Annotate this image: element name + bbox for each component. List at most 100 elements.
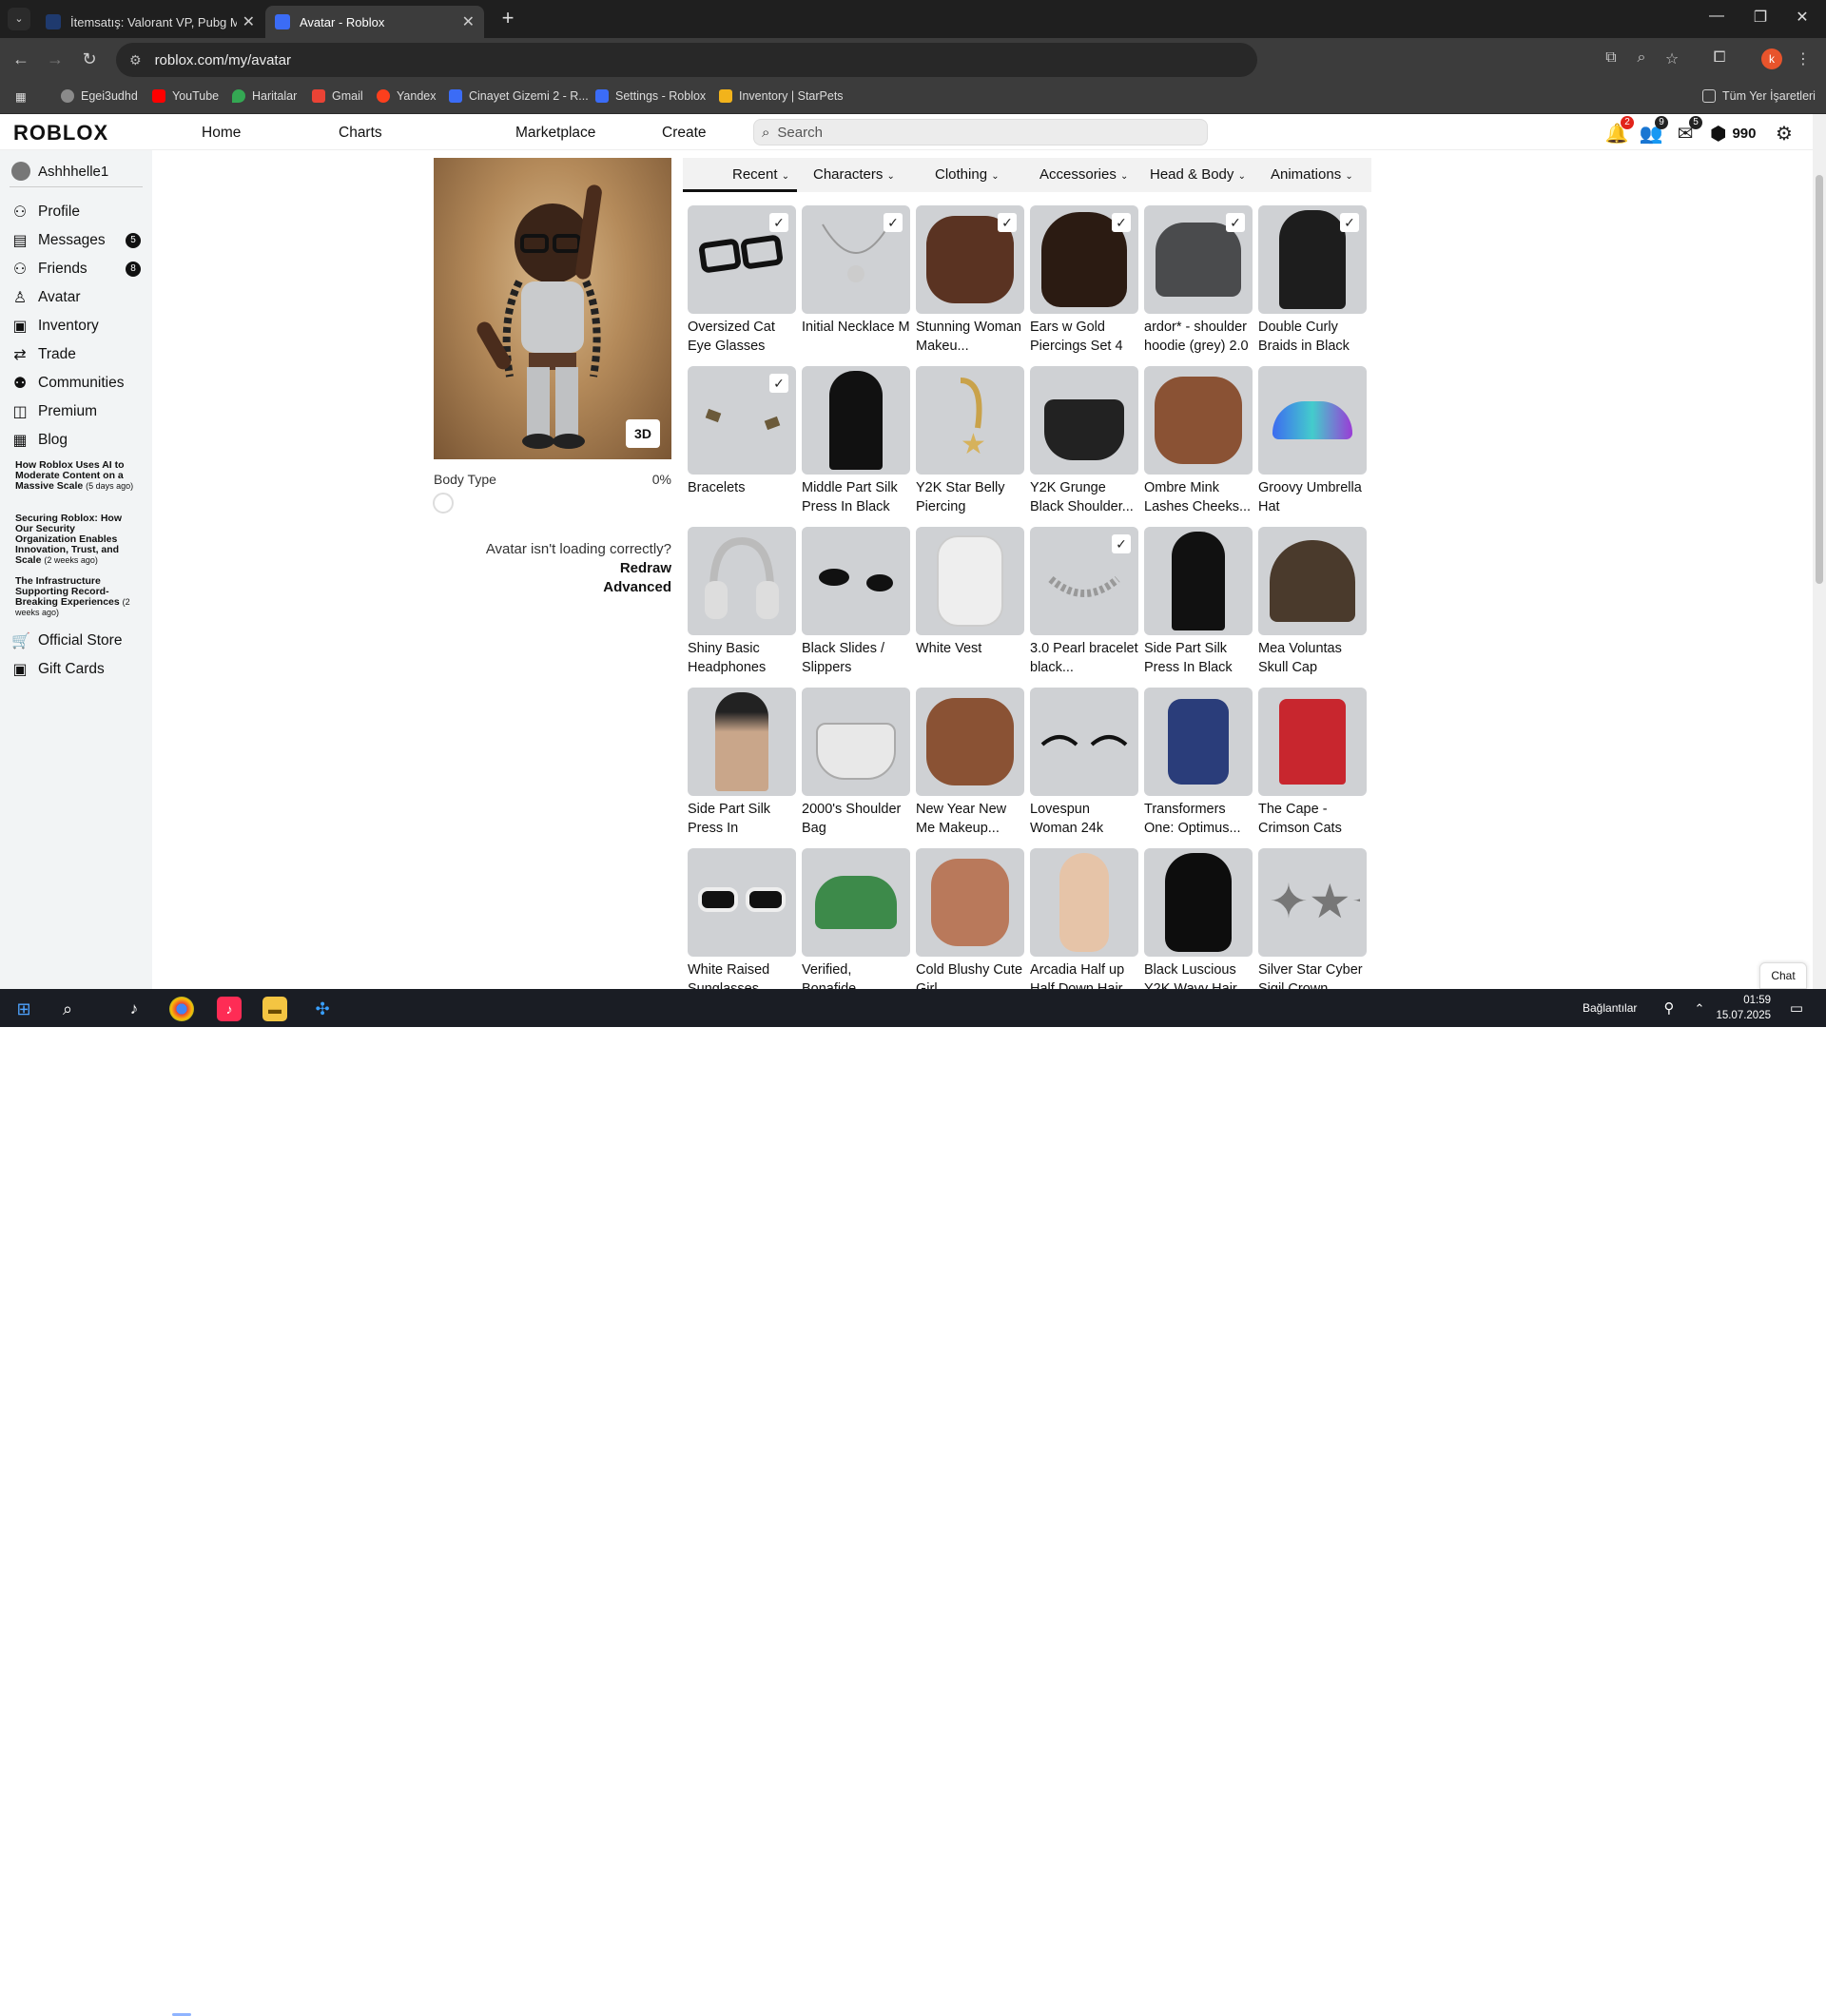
- bookmark-egei[interactable]: Egei3udhd: [61, 89, 138, 103]
- address-bar[interactable]: ⚙ roblox.com/my/avatar: [116, 43, 1257, 77]
- item-thumbnail[interactable]: [802, 366, 910, 475]
- avatar-item-card[interactable]: ★ Y2K Star Belly Piercing: [916, 366, 1024, 516]
- avatar-item-card[interactable]: Lovespun Woman 24k Bol...: [1030, 688, 1138, 838]
- back-icon[interactable]: ←: [10, 49, 32, 69]
- avatar-item-card[interactable]: ✓ Ears w Gold Piercings Set 4: [1030, 205, 1138, 356]
- avatar-item-card[interactable]: Shiny Basic Headphones: [688, 527, 796, 677]
- avatar-item-card[interactable]: Side Part Silk Press In Black: [1144, 527, 1253, 677]
- item-thumbnail[interactable]: ✓: [802, 205, 910, 314]
- tab-recent[interactable]: Recent ⌄: [732, 166, 789, 183]
- tab-characters[interactable]: Characters ⌄: [813, 166, 895, 183]
- item-thumbnail[interactable]: [1258, 527, 1367, 635]
- browser-tab-itemsatis[interactable]: İtemsatış: Valorant VP, Pubg M... ✕: [36, 6, 264, 38]
- windows-start-icon[interactable]: ⊞: [11, 997, 36, 1021]
- item-thumbnail[interactable]: ✓: [1258, 205, 1367, 314]
- equipped-check-icon[interactable]: ✓: [1226, 213, 1245, 232]
- close-tab-icon[interactable]: ✕: [243, 12, 255, 31]
- tray-chevron-icon[interactable]: ⌃: [1687, 997, 1712, 1021]
- notifications-bell-icon[interactable]: 🔔 2: [1603, 116, 1634, 145]
- scrollbar-thumb[interactable]: [1816, 175, 1823, 584]
- blog-post-link[interactable]: How Roblox Uses AI to Moderate Content o…: [15, 460, 135, 492]
- item-thumbnail[interactable]: [688, 527, 796, 635]
- avatar-item-card[interactable]: ✓ Initial Necklace M: [802, 205, 910, 356]
- zoom-icon[interactable]: ⌕: [1630, 49, 1653, 67]
- item-thumbnail[interactable]: ✓: [1030, 205, 1138, 314]
- sidebar-item-messages[interactable]: ▤ Messages 5: [11, 231, 141, 250]
- item-thumbnail[interactable]: [916, 848, 1024, 957]
- file-explorer-icon[interactable]: ▬: [262, 997, 287, 1021]
- blog-post-link[interactable]: The Infrastructure Supporting Record-Bre…: [15, 576, 135, 618]
- avatar-preview[interactable]: 3D: [434, 158, 671, 459]
- new-tab-button[interactable]: +: [495, 6, 521, 32]
- bookmark-settings-roblox[interactable]: Settings - Roblox: [595, 89, 706, 103]
- tab-head-body[interactable]: Head & Body ⌄: [1150, 166, 1246, 183]
- toggle-3d-button[interactable]: 3D: [626, 419, 660, 448]
- redraw-link[interactable]: Redraw: [620, 560, 671, 576]
- advanced-link[interactable]: Advanced: [603, 579, 671, 595]
- site-info-icon[interactable]: ⚙: [129, 52, 142, 68]
- item-thumbnail[interactable]: [802, 688, 910, 796]
- avatar-item-card[interactable]: ✓ Stunning Woman Makeu...: [916, 205, 1024, 356]
- close-tab-icon[interactable]: ✕: [462, 12, 475, 31]
- avatar-item-card[interactable]: Black Luscious Y2K Wavy Hair...: [1144, 848, 1253, 998]
- item-thumbnail[interactable]: [1144, 527, 1253, 635]
- sidebar-item-gift-cards[interactable]: ▣ Gift Cards: [11, 660, 141, 679]
- item-thumbnail[interactable]: [916, 527, 1024, 635]
- tab-search-button[interactable]: ⌄: [8, 8, 30, 30]
- avatar-item-card[interactable]: Side Part Silk Press In Blonde...: [688, 688, 796, 838]
- messages-icon[interactable]: ✉ 5: [1672, 116, 1702, 145]
- avatar-item-card[interactable]: Transformers One: Optimus...: [1144, 688, 1253, 838]
- item-thumbnail[interactable]: [1144, 688, 1253, 796]
- avatar-item-card[interactable]: Middle Part Silk Press In Black: [802, 366, 910, 516]
- item-thumbnail[interactable]: [802, 527, 910, 635]
- item-thumbnail[interactable]: ✓: [1144, 205, 1253, 314]
- sidebar-item-official-store[interactable]: 🛒 Official Store: [11, 631, 141, 650]
- avatar-item-card[interactable]: Cold Blushy Cute Girl...: [916, 848, 1024, 998]
- avatar-item-card[interactable]: Verified, Bonafide...: [802, 848, 910, 998]
- avatar-item-card[interactable]: ✓ 3.0 Pearl bracelet black...: [1030, 527, 1138, 677]
- robux-balance[interactable]: ⬢ 990: [1710, 122, 1757, 145]
- bookmark-cinayet-gizemi[interactable]: Cinayet Gizemi 2 - R...: [449, 89, 589, 103]
- reload-icon[interactable]: ↻: [78, 49, 101, 69]
- avatar-item-card[interactable]: Arcadia Half up Half Down Hair...: [1030, 848, 1138, 998]
- search-icon[interactable]: ⌕: [55, 997, 80, 1021]
- browser-menu-icon[interactable]: ⋮: [1792, 49, 1815, 68]
- forward-icon[interactable]: →: [44, 49, 67, 69]
- avatar-item-card[interactable]: New Year New Me Makeup...: [916, 688, 1024, 838]
- avatar-item-card[interactable]: 2000's Shoulder Bag: [802, 688, 910, 838]
- avatar-item-card[interactable]: Black Slides / Slippers: [802, 527, 910, 677]
- item-thumbnail[interactable]: [688, 848, 796, 957]
- body-type-slider[interactable]: [433, 493, 454, 514]
- avatar-item-card[interactable]: ✓ Double Curly Braids in Black: [1258, 205, 1367, 356]
- nav-marketplace[interactable]: Marketplace: [515, 125, 595, 142]
- extensions-icon[interactable]: ⧠: [1708, 49, 1731, 67]
- sidebar-user[interactable]: Ashhhelle1: [11, 162, 108, 181]
- roblox-logo[interactable]: ROBLOX: [13, 121, 108, 145]
- item-thumbnail[interactable]: ✓: [1030, 527, 1138, 635]
- item-thumbnail[interactable]: [1258, 366, 1367, 475]
- avatar-item-card[interactable]: The Cape - Crimson Cats: [1258, 688, 1367, 838]
- bookmark-starpets[interactable]: Inventory | StarPets: [719, 89, 844, 103]
- sidebar-item-trade[interactable]: ⇄ Trade: [11, 345, 141, 364]
- tab-accessories[interactable]: Accessories ⌄: [1039, 166, 1128, 183]
- item-thumbnail[interactable]: [1030, 366, 1138, 475]
- friends-requests-icon[interactable]: 👥 9: [1638, 116, 1668, 145]
- item-thumbnail[interactable]: [688, 688, 796, 796]
- all-bookmarks[interactable]: Tüm Yer İşaretleri: [1702, 89, 1816, 103]
- avatar-item-card[interactable]: Y2K Grunge Black Shoulder...: [1030, 366, 1138, 516]
- avatar-item-card[interactable]: Mea Voluntas Skull Cap: [1258, 527, 1367, 677]
- minimize-window-icon[interactable]: —: [1702, 8, 1731, 25]
- equipped-check-icon[interactable]: ✓: [998, 213, 1017, 232]
- tab-clothing[interactable]: Clothing ⌄: [935, 166, 1000, 183]
- restore-window-icon[interactable]: ❐: [1746, 8, 1775, 27]
- sidebar-item-profile[interactable]: ⚇ Profile: [11, 203, 141, 222]
- sidebar-item-avatar[interactable]: ♙ Avatar: [11, 288, 141, 307]
- item-thumbnail[interactable]: [1030, 688, 1138, 796]
- search-input[interactable]: ⌕ Search: [753, 119, 1208, 145]
- sidebar-item-blog[interactable]: ▦ Blog: [11, 431, 141, 450]
- bookmark-yandex[interactable]: Yandex: [377, 89, 436, 103]
- avatar-item-card[interactable]: Ombre Mink Lashes Cheeks...: [1144, 366, 1253, 516]
- item-thumbnail[interactable]: ✦★✦: [1258, 848, 1367, 957]
- equipped-check-icon[interactable]: ✓: [769, 213, 788, 232]
- bookmark-maps[interactable]: Haritalar: [232, 89, 297, 103]
